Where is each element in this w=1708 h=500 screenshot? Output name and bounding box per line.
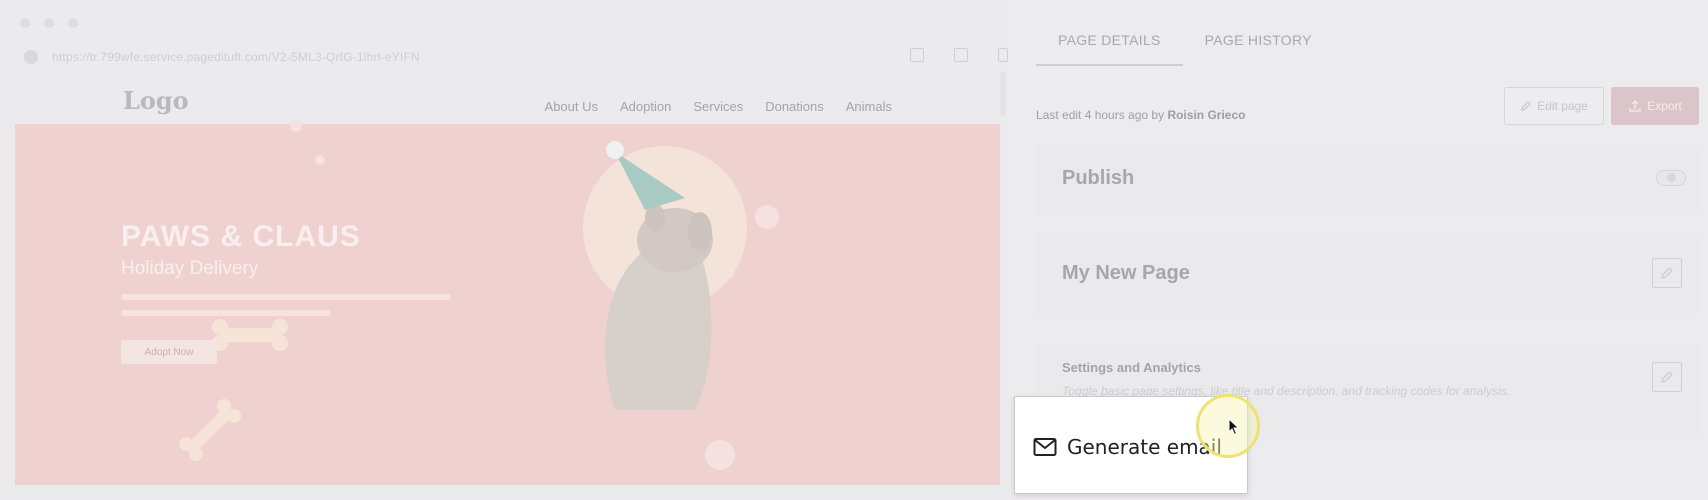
bone-icon: [212, 319, 288, 351]
panel-tabs: PAGE DETAILS PAGE HISTORY: [1036, 24, 1334, 66]
tab-page-history[interactable]: PAGE HISTORY: [1183, 24, 1334, 66]
hero-text-placeholder: [121, 294, 451, 300]
window-maximize-dot[interactable]: [68, 18, 78, 28]
dog-illustration: [583, 141, 747, 410]
bone-icon: [178, 398, 242, 462]
tab-page-details[interactable]: PAGE DETAILS: [1036, 24, 1183, 66]
last-edit-text: Last edit 4 hours ago by: [1036, 108, 1165, 122]
last-edit-info: Last edit 4 hours ago by Roisin Grieco: [1036, 108, 1245, 122]
pencil-icon: [1521, 101, 1531, 111]
export-button[interactable]: Export: [1611, 87, 1699, 125]
site-nav-donations[interactable]: Donations: [765, 99, 824, 114]
window-controls: [20, 18, 78, 28]
hero-subtitle: Holiday Delivery: [121, 258, 259, 279]
upload-icon: [1629, 100, 1641, 112]
mouse-pointer-icon: [1228, 418, 1240, 436]
decorative-paw: [315, 155, 325, 165]
decorative-paw: [290, 120, 302, 132]
publish-label: Publish: [1062, 167, 1135, 189]
edit-page-button[interactable]: Edit page: [1504, 87, 1604, 125]
page-name: My New Page: [1062, 262, 1190, 284]
adopt-now-button[interactable]: Adopt Now: [121, 340, 217, 364]
link-icon: [24, 50, 38, 64]
page-preview-pane: https://tr.799wfe.service.pagedituft.com…: [0, 0, 1008, 500]
window-minimize-dot[interactable]: [44, 18, 54, 28]
publish-toggle[interactable]: [1656, 170, 1686, 186]
edit-settings-button[interactable]: [1652, 362, 1682, 392]
pencil-icon: [1661, 371, 1673, 383]
envelope-icon: [1033, 438, 1057, 456]
edit-page-label: Edit page: [1537, 99, 1588, 113]
generate-email-button[interactable]: Generate email: [1033, 435, 1222, 459]
preview-scrollbar[interactable]: [1000, 72, 1006, 116]
preview-toolbar: [910, 48, 1008, 62]
page-name-card: My New Page: [1036, 234, 1698, 314]
site-header: Logo About Us Adoption Services Donation…: [15, 80, 1000, 124]
last-edit-user: Roisin Grieco: [1167, 108, 1246, 122]
mobile-preview-icon[interactable]: [998, 48, 1008, 62]
publish-card: Publish: [1036, 145, 1698, 215]
hero-title: PAWS & CLAUS: [121, 220, 361, 253]
preview-url[interactable]: https://tr.799wfe.service.pagedituft.com…: [52, 50, 420, 64]
window-close-dot[interactable]: [20, 18, 30, 28]
site-preview: Logo About Us Adoption Services Donation…: [15, 80, 1000, 485]
copy-icon[interactable]: [954, 48, 968, 62]
preview-url-bar: https://tr.799wfe.service.pagedituft.com…: [18, 44, 1008, 70]
pencil-icon: [1661, 267, 1673, 279]
settings-analytics-title: Settings and Analytics: [1062, 360, 1201, 375]
edit-page-name-button[interactable]: [1652, 258, 1682, 288]
open-external-icon[interactable]: [910, 48, 924, 62]
site-logo[interactable]: Logo: [123, 86, 189, 115]
site-nav-animals[interactable]: Animals: [846, 99, 892, 114]
export-label: Export: [1647, 99, 1682, 113]
hero-text-placeholder: [121, 310, 331, 316]
